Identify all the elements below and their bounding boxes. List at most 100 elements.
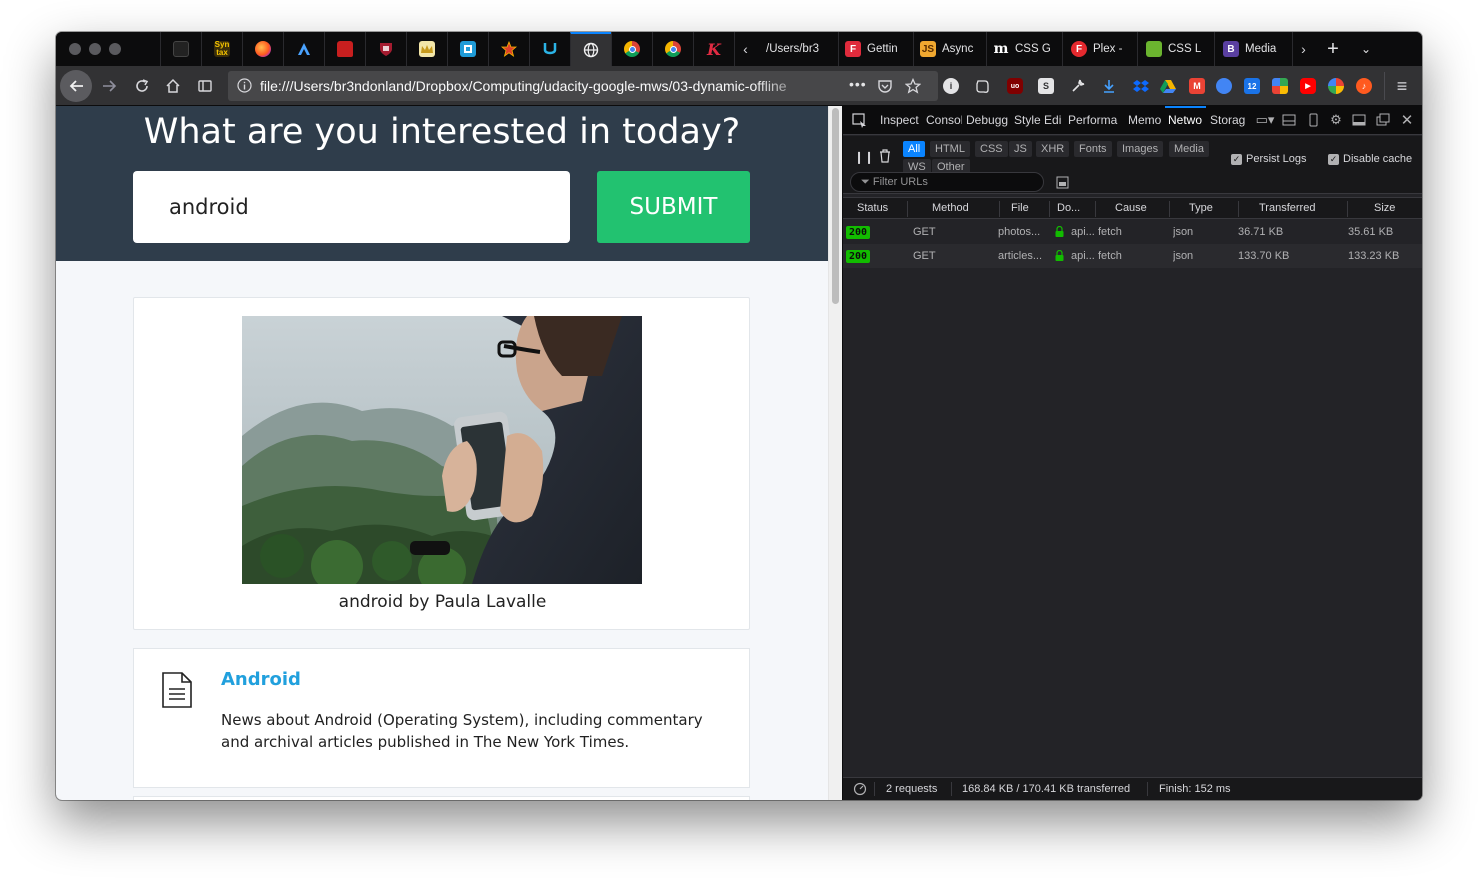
settings-gear-icon[interactable]: ⚙ bbox=[1328, 112, 1344, 128]
tab-media[interactable]: B Media bbox=[1214, 32, 1292, 66]
sidebar-button[interactable] bbox=[189, 70, 221, 102]
col-method[interactable]: Method bbox=[932, 202, 969, 214]
tab-css-grid[interactable]: m CSS G bbox=[986, 32, 1062, 66]
reload-button[interactable] bbox=[126, 70, 158, 102]
photos-icon[interactable] bbox=[1328, 78, 1344, 94]
tab-k[interactable]: K bbox=[693, 32, 734, 66]
filter-all[interactable]: All bbox=[903, 141, 926, 157]
devtools-tab-network[interactable]: Netwo bbox=[1168, 113, 1206, 127]
tab-firefox[interactable] bbox=[242, 32, 283, 66]
new-tab-button[interactable]: + bbox=[1318, 32, 1348, 66]
col-file[interactable]: File bbox=[1011, 202, 1029, 214]
calendar-icon[interactable]: 12 bbox=[1244, 78, 1260, 94]
dock-bottom-icon[interactable] bbox=[1351, 112, 1367, 128]
devtools-tab-performance[interactable]: Performa bbox=[1068, 113, 1124, 127]
col-cause[interactable]: Cause bbox=[1115, 202, 1147, 214]
filter-urls-input[interactable]: ⏷ Filter URLs bbox=[850, 172, 1044, 192]
pocket-icon[interactable] bbox=[877, 78, 893, 99]
bookmark-star-icon[interactable] bbox=[904, 77, 922, 99]
frame-select-icon[interactable]: ▭▾ bbox=[1253, 112, 1277, 128]
devtools-tab-style-editor[interactable]: Style Edi bbox=[1014, 113, 1063, 127]
tab-shield[interactable] bbox=[365, 32, 406, 66]
forward-button[interactable] bbox=[94, 70, 126, 102]
devtools-tab-inspector[interactable]: Inspect bbox=[880, 113, 922, 127]
info-icon[interactable] bbox=[237, 78, 252, 93]
persist-logs-checkbox[interactable]: ✓ Persist Logs bbox=[1231, 153, 1307, 165]
page-actions-button[interactable]: ••• bbox=[849, 76, 867, 92]
minimize-window-button[interactable] bbox=[89, 43, 101, 55]
download-icon[interactable] bbox=[1101, 78, 1117, 94]
google-drive-icon[interactable] bbox=[1160, 78, 1176, 94]
account-icon[interactable] bbox=[1216, 78, 1232, 94]
table-row[interactable]: 200 GET articles... api... fetch json 13… bbox=[843, 244, 1422, 268]
tab-async[interactable]: JS Async bbox=[913, 32, 986, 66]
extension-info-icon[interactable]: i bbox=[943, 78, 959, 94]
list-all-tabs-button[interactable]: ⌄ bbox=[1352, 32, 1380, 66]
tab-crown[interactable] bbox=[406, 32, 447, 66]
evernote-icon[interactable] bbox=[974, 78, 990, 94]
hamburger-menu-icon[interactable]: ≡ bbox=[1386, 70, 1418, 102]
split-console-icon[interactable] bbox=[1281, 112, 1297, 128]
tab-syntax[interactable]: Syn tax bbox=[201, 32, 242, 66]
dropbox-icon[interactable] bbox=[1133, 78, 1149, 94]
filter-css[interactable]: CSS bbox=[975, 141, 1008, 157]
tab-active-globe[interactable] bbox=[570, 32, 611, 66]
search-input[interactable] bbox=[133, 171, 570, 243]
tab-chrome-1[interactable] bbox=[611, 32, 652, 66]
filter-xhr[interactable]: XHR bbox=[1036, 141, 1070, 157]
scrollbar-thumb[interactable] bbox=[832, 108, 839, 304]
devtools-tab-storage[interactable]: Storag bbox=[1210, 113, 1246, 127]
pause-icon[interactable]: ❙❙ bbox=[854, 150, 874, 164]
youtube-icon[interactable]: ▶ bbox=[1300, 78, 1316, 94]
zoom-window-button[interactable] bbox=[109, 43, 121, 55]
url-bar[interactable]: file:///Users/br3ndonland/Dropbox/Comput… bbox=[228, 71, 938, 101]
tab-github[interactable] bbox=[160, 32, 201, 66]
ublock-icon[interactable]: uo bbox=[1007, 78, 1023, 94]
col-status[interactable]: Status bbox=[857, 202, 888, 214]
s-extension-icon[interactable]: S bbox=[1038, 78, 1054, 94]
tab-arc[interactable] bbox=[283, 32, 324, 66]
tab-chrome-2[interactable] bbox=[652, 32, 693, 66]
article-title-link[interactable]: Android bbox=[221, 669, 301, 690]
scroll-tabs-left-button[interactable]: ‹ bbox=[734, 32, 756, 66]
tab-getting[interactable]: F Gettin bbox=[838, 32, 913, 66]
col-size[interactable]: Size bbox=[1374, 202, 1395, 214]
wrench-icon[interactable] bbox=[1070, 78, 1086, 94]
close-devtools-icon[interactable]: ✕ bbox=[1399, 112, 1415, 129]
filter-html[interactable]: HTML bbox=[930, 141, 970, 157]
tab-red-jar[interactable] bbox=[324, 32, 365, 66]
responsive-design-icon[interactable] bbox=[1305, 112, 1321, 128]
tab-u[interactable] bbox=[529, 32, 570, 66]
page-scrollbar[interactable] bbox=[828, 106, 842, 800]
devtools-tab-memory[interactable]: Memo bbox=[1128, 113, 1163, 127]
maps-icon[interactable] bbox=[1272, 78, 1288, 94]
filter-media[interactable]: Media bbox=[1169, 141, 1209, 157]
col-type[interactable]: Type bbox=[1189, 202, 1213, 214]
har-icon[interactable] bbox=[1056, 176, 1069, 192]
table-row[interactable]: 200 GET photos... api... fetch json 36.7… bbox=[843, 220, 1422, 244]
home-button[interactable] bbox=[157, 70, 189, 102]
performance-analysis-icon[interactable] bbox=[853, 782, 867, 799]
element-picker-icon[interactable] bbox=[851, 112, 867, 128]
tab-css-layout[interactable]: CSS L bbox=[1137, 32, 1214, 66]
filter-js[interactable]: JS bbox=[1009, 141, 1032, 157]
tab-plex[interactable]: F Plex - bbox=[1062, 32, 1137, 66]
devtools-tab-console[interactable]: Consol bbox=[926, 113, 962, 127]
trash-icon[interactable] bbox=[878, 148, 892, 166]
close-window-button[interactable] bbox=[69, 43, 81, 55]
devtools-tab-debugger[interactable]: Debugg bbox=[966, 113, 1008, 127]
photo-image[interactable] bbox=[242, 316, 642, 584]
col-transferred[interactable]: Transferred bbox=[1259, 202, 1315, 214]
col-domain[interactable]: Do... bbox=[1057, 202, 1080, 214]
back-button[interactable] bbox=[60, 70, 92, 102]
gmail-icon[interactable]: M bbox=[1189, 78, 1205, 94]
tab-star[interactable] bbox=[488, 32, 529, 66]
scroll-tabs-right-button[interactable]: › bbox=[1292, 32, 1314, 66]
disable-cache-checkbox[interactable]: ✓ Disable cache bbox=[1328, 153, 1412, 165]
filter-fonts[interactable]: Fonts bbox=[1074, 141, 1112, 157]
tab-users[interactable]: /Users/br3 bbox=[766, 32, 838, 66]
filter-images[interactable]: Images bbox=[1117, 141, 1164, 157]
tab-box[interactable] bbox=[447, 32, 488, 66]
music-icon[interactable]: ♪ bbox=[1356, 78, 1372, 94]
submit-button[interactable]: SUBMIT bbox=[597, 171, 750, 243]
